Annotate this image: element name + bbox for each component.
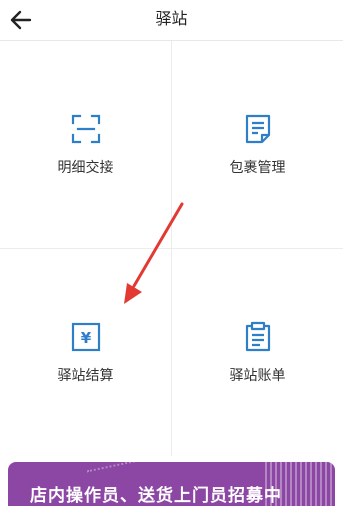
clipboard-icon: [245, 321, 270, 351]
scan-frame-icon: [71, 114, 100, 143]
banner-text: 店内操作员、送货上门员招募中: [30, 486, 282, 506]
menu-item-station-settlement[interactable]: ¥ 驿站结算: [0, 249, 171, 456]
menu-item-label: 驿站账单: [229, 367, 286, 384]
station-menu-grid: 明细交接 包裹管理 ¥ 驿站结算 驿站账单: [0, 41, 343, 456]
menu-item-label: 明细交接: [57, 159, 114, 176]
yuan-box-icon: ¥: [71, 322, 100, 351]
menu-item-package-management[interactable]: 包裹管理: [172, 41, 343, 248]
document-list-icon: [245, 114, 270, 143]
menu-item-station-bill[interactable]: 驿站账单: [172, 249, 343, 456]
menu-item-label: 驿站结算: [57, 367, 114, 384]
recruitment-banner[interactable]: 店内操作员、送货上门员招募中: [8, 462, 335, 506]
svg-text:¥: ¥: [80, 329, 91, 347]
page-title: 驿站: [155, 9, 188, 28]
menu-item-detail-handover[interactable]: 明细交接: [0, 41, 171, 248]
menu-item-label: 包裹管理: [229, 159, 286, 176]
top-bar: 驿站: [0, 0, 343, 41]
